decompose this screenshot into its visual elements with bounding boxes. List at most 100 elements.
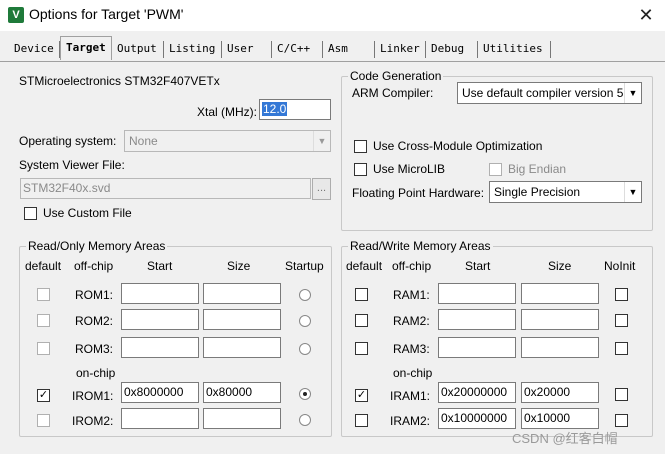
use-custom-file-label: Use Custom File bbox=[43, 206, 132, 220]
tab-listing[interactable]: Listing bbox=[164, 41, 222, 58]
irom2-startup-radio[interactable] bbox=[299, 414, 311, 426]
ram2-start-input[interactable] bbox=[438, 309, 516, 330]
iram1-noinit-checkbox[interactable] bbox=[615, 388, 628, 401]
irom2-start-input[interactable] bbox=[121, 408, 199, 429]
big-endian-label: Big Endian bbox=[508, 162, 567, 176]
iram2-start-input[interactable]: 0x10000000 bbox=[438, 408, 516, 429]
title-bar: V Options for Target 'PWM' ✕ bbox=[0, 0, 665, 31]
rom3-start-input[interactable] bbox=[121, 337, 199, 358]
irom2-default-checkbox[interactable] bbox=[37, 414, 50, 427]
ram-header-noinit: NoInit bbox=[604, 259, 636, 273]
xtal-value: 12.0 bbox=[262, 102, 288, 116]
rom3-default-checkbox[interactable] bbox=[37, 342, 50, 355]
big-endian-checkbox[interactable] bbox=[489, 163, 502, 176]
rom1-size-input[interactable] bbox=[203, 283, 281, 304]
ram-header-start: Start bbox=[465, 259, 491, 273]
rom1-start-input[interactable] bbox=[121, 283, 199, 304]
tab-device[interactable]: Device bbox=[9, 41, 60, 58]
ram3-start-input[interactable] bbox=[438, 337, 516, 358]
iram2-default-checkbox[interactable] bbox=[355, 414, 368, 427]
device-name: STMicroelectronics STM32F407VETx bbox=[19, 74, 220, 88]
checkmark-icon: ✓ bbox=[38, 389, 49, 401]
tab-target[interactable]: Target bbox=[60, 36, 112, 60]
tab-bar: Device Target Output Listing User C/C++ … bbox=[0, 36, 665, 62]
iram2-size-input[interactable]: 0x10000 bbox=[521, 408, 599, 429]
ram3-noinit-checkbox[interactable] bbox=[615, 342, 628, 355]
rom-legend: Read/Only Memory Areas bbox=[26, 239, 168, 253]
irom1-default-checkbox[interactable]: ✓ bbox=[37, 389, 50, 402]
ram-on-chip-label: on-chip bbox=[393, 366, 433, 380]
ram3-default-checkbox[interactable] bbox=[355, 342, 368, 355]
chevron-down-icon: ▼ bbox=[313, 131, 330, 151]
rom2-startup-radio[interactable] bbox=[299, 315, 311, 327]
rom3-label: ROM3: bbox=[75, 342, 114, 356]
iram2-label: IRAM2: bbox=[390, 414, 431, 428]
rom1-label: ROM1: bbox=[75, 288, 114, 302]
ram2-size-input[interactable] bbox=[521, 309, 599, 330]
iram1-default-checkbox[interactable]: ✓ bbox=[355, 389, 368, 402]
code-generation-legend: Code Generation bbox=[348, 69, 444, 83]
irom1-start-input[interactable]: 0x8000000 bbox=[121, 382, 199, 403]
rom-header-off-chip: off-chip bbox=[74, 259, 114, 273]
rom-header-default: default bbox=[25, 259, 62, 273]
ram1-noinit-checkbox[interactable] bbox=[615, 288, 628, 301]
arm-compiler-label: ARM Compiler: bbox=[352, 86, 434, 100]
tab-c-cpp[interactable]: C/C++ bbox=[272, 41, 323, 58]
rom-header-startup: Startup bbox=[285, 259, 324, 273]
rom3-size-input[interactable] bbox=[203, 337, 281, 358]
xtal-label: Xtal (MHz): bbox=[197, 105, 257, 119]
use-microlib-checkbox[interactable] bbox=[354, 163, 367, 176]
ram1-size-input[interactable] bbox=[521, 283, 599, 304]
ram1-default-checkbox[interactable] bbox=[355, 288, 368, 301]
chevron-down-icon: ▼ bbox=[624, 83, 641, 103]
rom2-start-input[interactable] bbox=[121, 309, 199, 330]
ram-header-off-chip: off-chip bbox=[392, 259, 432, 273]
cross-module-optimization-checkbox[interactable] bbox=[354, 140, 367, 153]
iram1-size-input[interactable]: 0x20000 bbox=[521, 382, 599, 403]
rom2-size-input[interactable] bbox=[203, 309, 281, 330]
os-select[interactable]: None ▼ bbox=[124, 130, 331, 152]
iram1-label: IRAM1: bbox=[390, 389, 431, 403]
ram1-label: RAM1: bbox=[393, 288, 430, 302]
close-button[interactable]: ✕ bbox=[631, 2, 661, 28]
browse-svd-button[interactable]: ... bbox=[312, 178, 331, 200]
svd-label: System Viewer File: bbox=[19, 158, 125, 172]
rom1-startup-radio[interactable] bbox=[299, 289, 311, 301]
ram-header-size: Size bbox=[548, 259, 572, 273]
arm-compiler-value: Use default compiler version 5 bbox=[462, 86, 624, 100]
tab-utilities[interactable]: Utilities bbox=[478, 41, 551, 58]
ram3-size-input[interactable] bbox=[521, 337, 599, 358]
rom-header-size: Size bbox=[227, 259, 251, 273]
arm-compiler-select[interactable]: Use default compiler version 5 ▼ bbox=[457, 82, 642, 104]
irom1-label: IROM1: bbox=[72, 389, 114, 403]
tab-linker[interactable]: Linker bbox=[375, 41, 426, 58]
fpu-value: Single Precision bbox=[494, 185, 581, 199]
iram2-noinit-checkbox[interactable] bbox=[615, 414, 628, 427]
fpu-select[interactable]: Single Precision ▼ bbox=[489, 181, 642, 203]
use-custom-file-checkbox[interactable] bbox=[24, 207, 37, 220]
rom3-startup-radio[interactable] bbox=[299, 343, 311, 355]
ram-legend: Read/Write Memory Areas bbox=[348, 239, 493, 253]
rom1-default-checkbox[interactable] bbox=[37, 288, 50, 301]
use-microlib-label: Use MicroLIB bbox=[373, 162, 446, 176]
rom2-label: ROM2: bbox=[75, 314, 114, 328]
irom2-label: IROM2: bbox=[72, 414, 114, 428]
svd-input[interactable]: STM32F40x.svd bbox=[20, 178, 311, 199]
irom1-startup-radio[interactable] bbox=[299, 388, 311, 400]
tab-asm[interactable]: Asm bbox=[323, 41, 375, 58]
xtal-input[interactable]: 12.0 bbox=[259, 99, 331, 120]
ram2-default-checkbox[interactable] bbox=[355, 314, 368, 327]
rom-on-chip-label: on-chip bbox=[76, 366, 116, 380]
ram1-start-input[interactable] bbox=[438, 283, 516, 304]
rom2-default-checkbox[interactable] bbox=[37, 314, 50, 327]
iram1-start-input[interactable]: 0x20000000 bbox=[438, 382, 516, 403]
tab-debug[interactable]: Debug bbox=[426, 41, 478, 58]
fpu-label: Floating Point Hardware: bbox=[352, 186, 485, 200]
irom2-size-input[interactable] bbox=[203, 408, 281, 429]
ram-header-default: default bbox=[346, 259, 383, 273]
irom1-size-input[interactable]: 0x80000 bbox=[203, 382, 281, 403]
ram3-label: RAM3: bbox=[393, 342, 430, 356]
tab-output[interactable]: Output bbox=[112, 41, 164, 58]
ram2-noinit-checkbox[interactable] bbox=[615, 314, 628, 327]
tab-user[interactable]: User bbox=[222, 41, 272, 58]
